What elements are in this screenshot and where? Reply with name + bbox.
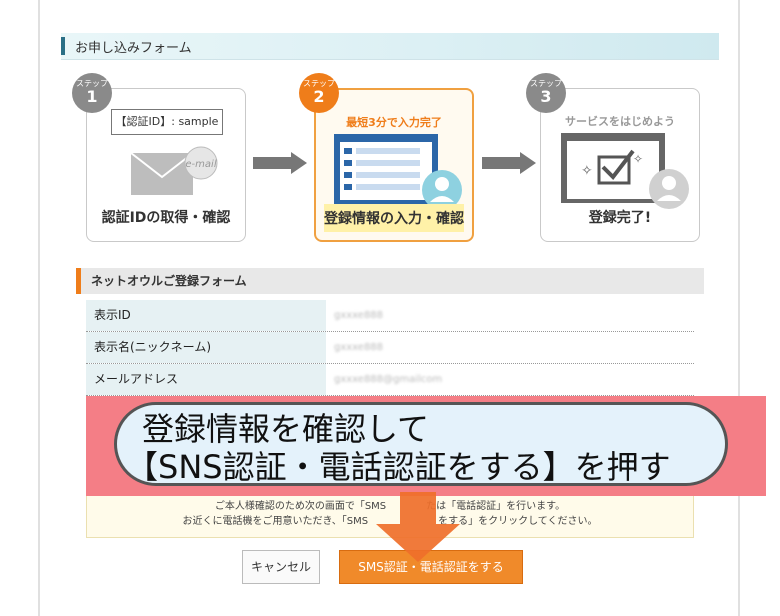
step-3-caption: 登録完了! <box>588 210 652 226</box>
field-label: 表示ID <box>86 300 326 331</box>
envelope-icon: e-mail <box>130 146 218 195</box>
form-row: 表示名(ニックネーム) gxxxe888 <box>86 332 694 364</box>
step-2-badge: ステップ 2 <box>299 73 339 113</box>
step-3-badge: ステップ 3 <box>526 73 566 113</box>
step-1-caption: 認証IDの取得・確認 <box>101 210 231 226</box>
step-2-card: 最短3分で入力完了 登録情報の入力・確認 <box>314 88 474 242</box>
step-2-tagline: 最短3分で入力完了 <box>346 116 442 129</box>
svg-text:✧: ✧ <box>581 163 593 179</box>
step-1-badge: ステップ 1 <box>72 73 112 113</box>
auth-id-box: 【認証ID】: sample <box>111 109 223 135</box>
email-stamp-label: e-mail <box>185 159 216 170</box>
step-2-caption: 登録情報の入力・確認 <box>324 204 464 232</box>
section-title: ネットオウルご登録フォーム <box>76 268 704 294</box>
svg-text:✧: ✧ <box>633 152 643 166</box>
arrow-down-icon <box>376 492 460 562</box>
step-1-card: 【認証ID】: sample e-mail 認証IDの取得・確認 <box>86 88 246 242</box>
field-label: 表示名(ニックネーム) <box>86 332 326 363</box>
checkmark-screen-icon: ✧ ✧ <box>561 133 689 209</box>
field-value: gxxxe888 <box>334 310 384 321</box>
step-3-tagline: サービスをはじめよう <box>565 115 675 128</box>
field-value: gxxxe888@gmailcom <box>334 374 443 385</box>
form-row: メールアドレス gxxxe888@gmailcom <box>86 364 694 396</box>
form-header: お申し込みフォーム <box>61 33 719 60</box>
form-title: お申し込みフォーム <box>75 41 192 56</box>
header-accent-bar <box>61 37 65 55</box>
cancel-button[interactable]: キャンセル <box>242 550 320 584</box>
form-screen-icon <box>334 134 462 210</box>
step-3-badge-number: 3 <box>540 87 552 106</box>
arrow-right-icon <box>253 152 307 174</box>
instruction-overlay: 登録情報を確認して 【SNS認証・電話認証をする】を押す <box>86 396 766 496</box>
field-label: メールアドレス <box>86 364 326 395</box>
step-1-badge-number: 1 <box>86 87 98 106</box>
field-value: gxxxe888 <box>334 342 384 353</box>
step-3-card: サービスをはじめよう ✧ ✧ 登録完了! <box>540 88 700 242</box>
step-2-badge-number: 2 <box>313 87 325 106</box>
instruction-line-2: 【SNS認証・電話認証をする】を押す <box>126 448 671 486</box>
form-row: 表示ID gxxxe888 <box>86 300 694 332</box>
arrow-right-icon <box>482 152 536 174</box>
